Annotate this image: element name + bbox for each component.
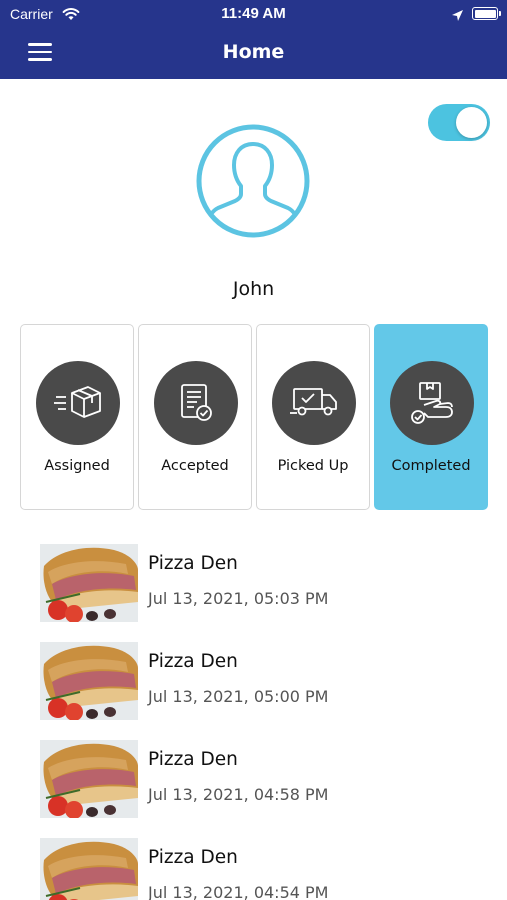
card-icon-circle	[272, 361, 356, 445]
food-thumbnail	[40, 544, 138, 622]
restaurant-name: Pizza Den	[148, 749, 238, 770]
order-datetime: Jul 13, 2021, 05:00 PM	[148, 687, 329, 706]
restaurant-name: Pizza Den	[148, 651, 238, 672]
status-bar: Carrier 11:49 AM	[0, 0, 507, 28]
user-silhouette-icon	[196, 124, 310, 238]
card-label: Picked Up	[277, 458, 349, 474]
toggle-knob	[456, 107, 487, 138]
restaurant-name: Pizza Den	[148, 847, 238, 868]
card-label: Assigned	[44, 458, 110, 474]
user-name: John	[232, 278, 275, 300]
card-picked-up[interactable]: Picked Up	[256, 324, 370, 510]
card-icon-circle	[36, 361, 120, 445]
hand-over-package-icon	[411, 382, 453, 424]
food-thumbnail	[40, 838, 138, 900]
list-item[interactable]: Pizza Den Jul 13, 2021, 05:03 PM	[0, 540, 507, 622]
card-icon-circle	[154, 361, 238, 445]
card-icon-circle	[390, 361, 474, 445]
status-time: 11:49 AM	[221, 5, 286, 22]
card-accepted[interactable]: Accepted	[138, 324, 252, 510]
delivery-truck-icon	[290, 388, 337, 416]
list-item[interactable]: Pizza Den Jul 13, 2021, 04:54 PM	[0, 834, 507, 900]
order-datetime: Jul 13, 2021, 05:03 PM	[148, 589, 329, 608]
top-bar: Carrier 11:49 AM Home	[0, 0, 507, 79]
order-datetime: Jul 13, 2021, 04:58 PM	[148, 785, 329, 804]
card-label: Completed	[391, 458, 471, 474]
battery-icon	[472, 7, 501, 20]
location-arrow-icon	[451, 7, 464, 26]
list-item[interactable]: Pizza Den Jul 13, 2021, 05:00 PM	[0, 638, 507, 720]
food-thumbnail	[40, 642, 138, 720]
list-item[interactable]: Pizza Den Jul 13, 2021, 04:58 PM	[0, 736, 507, 818]
card-completed[interactable]: Completed	[374, 324, 488, 510]
card-assigned[interactable]: Assigned	[20, 324, 134, 510]
restaurant-name: Pizza Den	[148, 553, 238, 574]
status-card-row: Assigned Accepted Picked Up Completed	[20, 324, 488, 510]
card-label: Accepted	[161, 458, 229, 474]
checklist-icon	[181, 384, 212, 421]
package-delivery-icon	[54, 386, 101, 418]
order-datetime: Jul 13, 2021, 04:54 PM	[148, 883, 329, 900]
page-title: Home	[222, 41, 285, 63]
food-thumbnail	[40, 740, 138, 818]
availability-toggle[interactable]	[428, 104, 490, 141]
